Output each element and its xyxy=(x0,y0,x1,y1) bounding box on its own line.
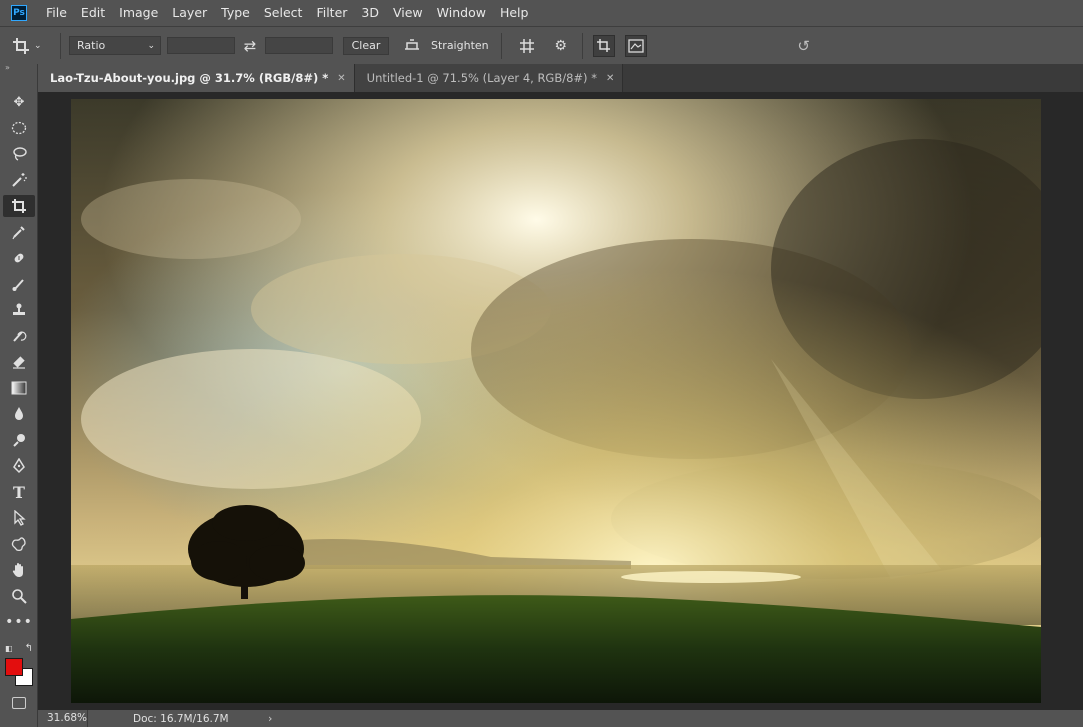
type-tool-icon[interactable]: T xyxy=(3,481,35,503)
divider xyxy=(60,32,61,59)
divider xyxy=(500,32,502,59)
menu-window[interactable]: Window xyxy=(430,0,493,26)
tools-panel: » ✥ T ••• ◧ ↰ xyxy=(0,64,38,727)
custom-shape-tool-icon[interactable] xyxy=(3,533,35,555)
color-swatches: ◧ ↰ xyxy=(4,641,36,691)
zoom-tool-icon[interactable] xyxy=(3,585,35,607)
reset-icon[interactable]: ↺ xyxy=(793,35,815,57)
landscape-photo xyxy=(71,99,1041,703)
pen-tool-icon[interactable] xyxy=(3,455,35,477)
move-tool-icon[interactable]: ✥ xyxy=(3,91,35,113)
chevron-down-icon: ⌄ xyxy=(34,40,42,51)
straighten-icon[interactable] xyxy=(401,37,423,54)
crop-tool-icon[interactable] xyxy=(3,195,35,217)
chevron-down-icon: ⌄ xyxy=(147,40,155,51)
brush-tool-icon[interactable] xyxy=(3,273,35,295)
eraser-tool-icon[interactable] xyxy=(3,351,35,373)
ratio-select[interactable]: Ratio ⌄ xyxy=(69,36,161,55)
collapse-panel-icon[interactable]: » xyxy=(0,64,37,72)
swap-dimensions-icon[interactable]: ⇄ xyxy=(235,37,265,55)
tab-label: Untitled-1 @ 71.5% (Layer 4, RGB/8#) * xyxy=(366,71,597,85)
foreground-color-swatch[interactable] xyxy=(5,658,23,676)
menu-type[interactable]: Type xyxy=(214,0,257,26)
menu-filter[interactable]: Filter xyxy=(309,0,354,26)
eyedropper-tool-icon[interactable] xyxy=(3,221,35,243)
close-icon[interactable]: ✕ xyxy=(337,73,345,84)
menu-help[interactable]: Help xyxy=(493,0,536,26)
document-image[interactable] xyxy=(71,99,1041,703)
zoom-level-field[interactable]: 31.68% xyxy=(38,710,88,727)
clear-button[interactable]: Clear xyxy=(343,36,389,55)
quick-mask-icon[interactable] xyxy=(12,697,26,709)
clone-stamp-tool-icon[interactable] xyxy=(3,299,35,321)
document-tabs: Lao-Tzu-About-you.jpg @ 31.7% (RGB/8#) *… xyxy=(38,64,1083,92)
menu-bar: Ps File Edit Image Layer Type Select Fil… xyxy=(0,0,1083,26)
menu-image[interactable]: Image xyxy=(112,0,165,26)
menu-layer[interactable]: Layer xyxy=(165,0,214,26)
width-field[interactable] xyxy=(167,37,235,54)
tool-preset-picker[interactable]: ⌄ xyxy=(12,32,52,60)
magic-wand-tool-icon[interactable] xyxy=(3,169,35,191)
blur-tool-icon[interactable] xyxy=(3,403,35,425)
lasso-tool-icon[interactable] xyxy=(3,143,35,165)
menu-view[interactable]: View xyxy=(386,0,430,26)
options-bar: ⌄ Ratio ⌄ ⇄ Clear Straighten ⚙ ↺ xyxy=(0,26,1083,64)
tab-untitled-1[interactable]: Untitled-1 @ 71.5% (Layer 4, RGB/8#) * ✕ xyxy=(354,64,624,92)
status-menu-arrow-icon[interactable]: › xyxy=(268,712,272,725)
tab-lao-tzu[interactable]: Lao-Tzu-About-you.jpg @ 31.7% (RGB/8#) *… xyxy=(38,64,355,92)
elliptical-marquee-tool-icon[interactable] xyxy=(3,117,35,139)
crop-icon xyxy=(13,37,29,54)
tab-label: Lao-Tzu-About-you.jpg @ 31.7% (RGB/8#) * xyxy=(50,71,329,85)
ratio-select-value: Ratio xyxy=(77,39,106,52)
swap-colors-icon[interactable]: ↰ xyxy=(25,643,33,654)
menu-edit[interactable]: Edit xyxy=(74,0,112,26)
close-icon[interactable]: ✕ xyxy=(606,73,614,84)
default-colors-icon[interactable]: ◧ xyxy=(5,644,13,653)
healing-brush-tool-icon[interactable] xyxy=(3,247,35,269)
divider xyxy=(581,32,583,59)
content-aware-icon[interactable] xyxy=(624,34,647,57)
photoshop-logo-icon: Ps xyxy=(11,5,27,21)
delete-cropped-pixels-icon[interactable] xyxy=(592,34,615,57)
straighten-label[interactable]: Straighten xyxy=(431,39,489,52)
canvas-area[interactable] xyxy=(38,92,1083,710)
overlay-grid-icon[interactable] xyxy=(516,35,538,57)
gradient-tool-icon[interactable] xyxy=(3,377,35,399)
status-bar: 31.68% Doc: 16.7M/16.7M › xyxy=(38,710,1083,727)
dodge-tool-icon[interactable] xyxy=(3,429,35,451)
history-brush-tool-icon[interactable] xyxy=(3,325,35,347)
height-field[interactable] xyxy=(265,37,333,54)
gear-icon[interactable]: ⚙ xyxy=(550,35,572,57)
menu-select[interactable]: Select xyxy=(257,0,310,26)
path-selection-tool-icon[interactable] xyxy=(3,507,35,529)
menu-3d[interactable]: 3D xyxy=(354,0,386,26)
menu-file[interactable]: File xyxy=(39,0,74,26)
hand-tool-icon[interactable] xyxy=(3,559,35,581)
document-size-info: Doc: 16.7M/16.7M xyxy=(133,712,229,725)
more-tools-icon[interactable]: ••• xyxy=(3,611,35,633)
